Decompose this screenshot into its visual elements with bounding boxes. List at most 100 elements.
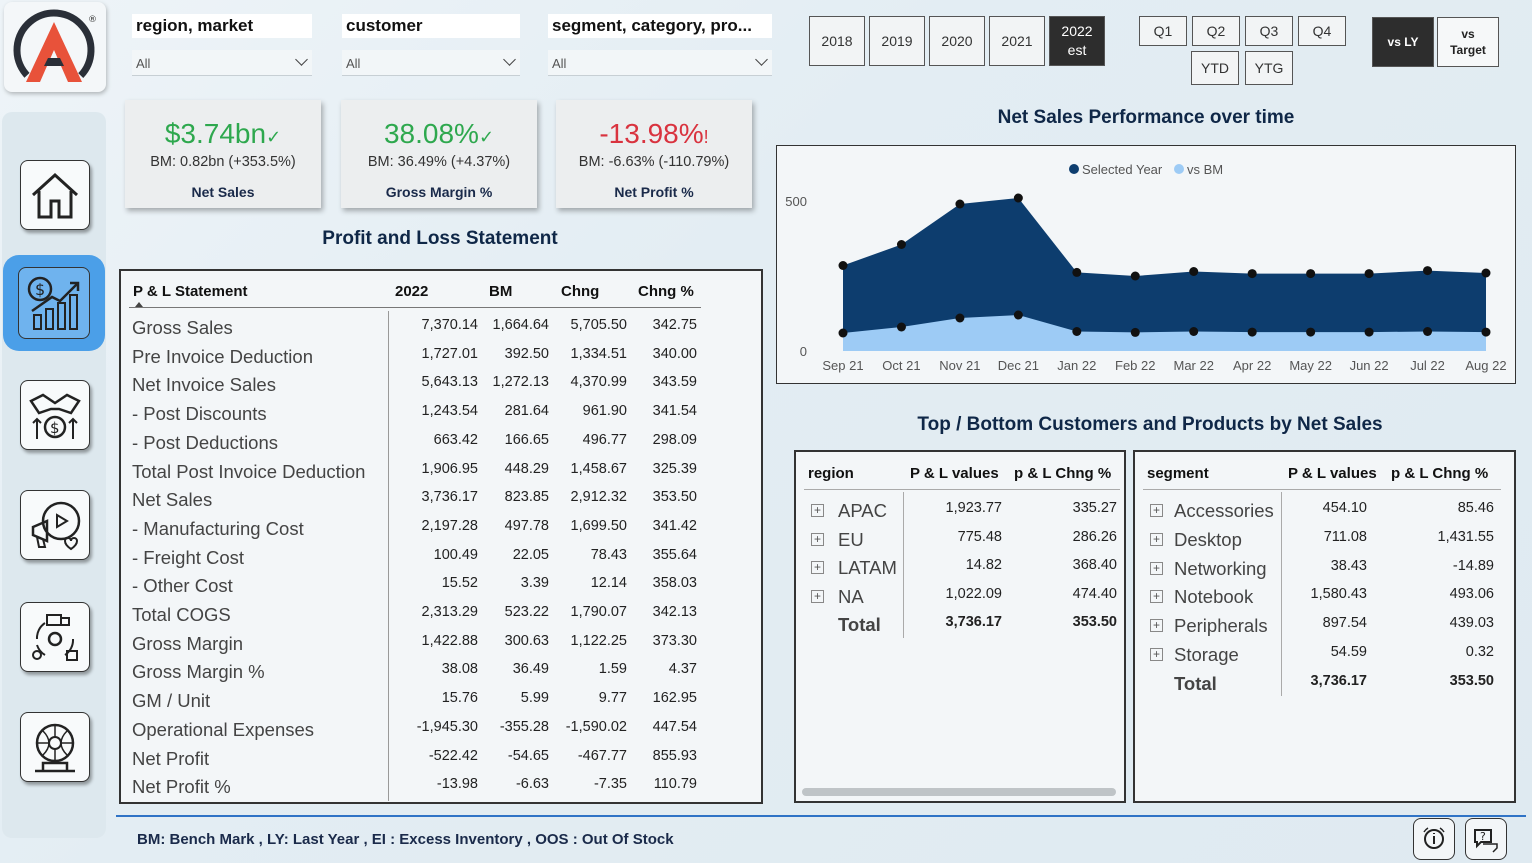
pl-row: Net Invoice Sales 5,643.13 1,272.13 4,370.9…: [121, 369, 761, 398]
segment-table: segment P & L values p & L Chng % + Acces…: [1133, 450, 1516, 803]
year-2021-button[interactable]: 2021: [989, 16, 1045, 66]
expand-plus-icon[interactable]: +: [1150, 648, 1163, 661]
quarter-q1-button[interactable]: Q1: [1139, 16, 1187, 46]
nav-home-button[interactable]: [20, 160, 90, 230]
region-table: region P & L values p & L Chng % + APAC 1,…: [794, 450, 1126, 803]
segment-header-values[interactable]: P & L values: [1288, 465, 1377, 482]
pl-cell: 497.78: [504, 517, 549, 534]
net-sales-area-chart: Selected Year vs BM 0 500 Sep 21 Oct 21 Nov …: [785, 162, 1506, 373]
pl-row-label: Gross Margin %: [132, 661, 265, 683]
kpi-gross-margin-label: Gross Margin %: [385, 184, 493, 200]
pl-header-name[interactable]: P & L Statement: [133, 283, 247, 300]
app-logo: ®: [4, 2, 106, 92]
pl-cell: 4.37: [668, 661, 697, 678]
expand-plus-icon[interactable]: +: [1150, 504, 1163, 517]
pl-header-chng[interactable]: Chng: [561, 283, 599, 300]
expand-plus-icon[interactable]: +: [811, 561, 824, 574]
y-tick-label: 500: [785, 194, 807, 209]
table-row[interactable]: + Storage 54.59 0.32: [1135, 640, 1515, 669]
table-row[interactable]: + EU 775.48 286.26: [796, 525, 1126, 554]
table-row[interactable]: + NA 1,022.09 474.40: [796, 582, 1126, 611]
segment-header-chng[interactable]: p & L Chng %: [1391, 465, 1488, 482]
expand-plus-icon[interactable]: +: [811, 589, 824, 603]
pl-cell: -355.28: [499, 718, 549, 735]
segment-header-name[interactable]: segment: [1147, 465, 1209, 482]
pl-row-label: - Post Deductions: [132, 431, 279, 453]
x-tick-label: Nov 21: [939, 358, 980, 373]
table-row[interactable]: + Networking 38.43 -14.89: [1135, 554, 1515, 583]
filter-region[interactable]: region, market All: [132, 14, 312, 76]
pl-row: Gross Margin 1,422.88 300.63 1,122.25 373.30: [121, 628, 761, 657]
expand-plus-icon[interactable]: +: [811, 504, 824, 517]
filter-product-select[interactable]: All: [548, 50, 772, 76]
filter-customer-select[interactable]: All: [342, 50, 520, 76]
expand-plus-icon[interactable]: +: [1150, 590, 1163, 604]
pl-row-label: Net Sales: [132, 489, 213, 511]
cell: 454.10: [1322, 500, 1367, 516]
quarter-q2-button[interactable]: Q2: [1192, 16, 1240, 46]
expand-plus-icon[interactable]: +: [811, 532, 824, 546]
quarter-q4-button[interactable]: Q4: [1298, 16, 1346, 46]
table-row[interactable]: + Accessories 454.10 85.46: [1135, 496, 1515, 525]
region-header-divider: [804, 489, 1120, 490]
pl-cell: 5.99: [520, 690, 549, 707]
pl-cell: 961.90: [582, 403, 627, 420]
pl-header-bm[interactable]: BM: [489, 283, 512, 300]
year-2020-button[interactable]: 2020: [929, 16, 985, 66]
expand-plus-icon[interactable]: +: [1150, 619, 1163, 633]
nav-executive-button[interactable]: [20, 712, 90, 782]
pl-cell: -7.35: [593, 776, 627, 793]
pl-row: GM / Unit 15.76 5.99 9.77 162.95: [121, 685, 761, 714]
pl-row: - Post Discounts 1,243.54 281.64 961.90 341.…: [121, 398, 761, 427]
vs-target-button[interactable]: vs Target: [1437, 17, 1499, 67]
info-button[interactable]: [1413, 818, 1455, 860]
nav-marketing-button[interactable]: [20, 490, 90, 560]
expand-plus-icon[interactable]: +: [1150, 561, 1163, 575]
table-row[interactable]: + APAC 1,923.77 335.27: [796, 496, 1126, 525]
ytg-button[interactable]: YTG: [1245, 51, 1293, 85]
nav-finance-button[interactable]: $: [3, 255, 105, 351]
filter-product[interactable]: segment, category, pro... All: [548, 14, 772, 76]
year-2018-button[interactable]: 2018: [809, 16, 865, 66]
kpi-net-profit-label: Net Profit %: [614, 184, 694, 200]
finance-icon: $: [27, 276, 80, 330]
ytd-button[interactable]: YTD: [1191, 51, 1239, 85]
nav-sales-button[interactable]: $: [20, 380, 90, 450]
table-row[interactable]: + Notebook 1,580.43 493.06: [1135, 582, 1515, 611]
region-header-values[interactable]: P & L values: [910, 465, 999, 482]
table-row[interactable]: + Desktop 711.08 1,431.55: [1135, 525, 1515, 554]
pl-cell: 4,370.99: [570, 374, 627, 391]
cell: 0.32: [1465, 644, 1494, 660]
help-button[interactable]: ?: [1465, 818, 1507, 860]
year-2019-button[interactable]: 2019: [869, 16, 925, 66]
region-header-name[interactable]: region: [808, 465, 854, 482]
year-2022-button[interactable]: 2022 est: [1049, 16, 1105, 66]
pl-cell: -6.63: [515, 776, 549, 793]
year-2022-sub: est: [1067, 42, 1087, 58]
pl-row-label: GM / Unit: [132, 690, 211, 712]
pl-row: Gross Margin % 38.08 36.49 1.59 4.37: [121, 656, 761, 685]
region-header-chng[interactable]: p & L Chng %: [1014, 465, 1111, 482]
pl-cell: 373.30: [652, 632, 697, 649]
quarter-q3-button[interactable]: Q3: [1245, 16, 1293, 46]
vs-ly-button[interactable]: vs LY: [1372, 17, 1434, 67]
expand-plus-icon[interactable]: +: [1150, 532, 1163, 546]
table-row[interactable]: + Peripherals 897.54 439.03: [1135, 611, 1515, 640]
filter-customer[interactable]: customer All: [342, 14, 520, 76]
data-point-series-1: [1481, 327, 1491, 337]
pl-cell: 36.49: [512, 661, 549, 678]
table-row[interactable]: + LATAM 14.82 368.40: [796, 553, 1126, 582]
row-label: Notebook: [1174, 586, 1254, 608]
pl-cell: 496.77: [582, 431, 627, 448]
horizontal-scrollbar[interactable]: [802, 788, 1116, 796]
legend-vs-bm-marker: [1174, 164, 1184, 174]
pl-row-label: Total Post Invoice Deduction: [132, 460, 366, 482]
pl-header-year[interactable]: 2022: [395, 283, 428, 300]
filter-region-select[interactable]: All: [132, 50, 312, 76]
pl-cell: 78.43: [590, 546, 627, 563]
nav-supply-chain-button[interactable]: [20, 602, 90, 672]
row-label: LATAM: [838, 557, 897, 578]
pl-header-chng-pct[interactable]: Chng %: [638, 283, 694, 300]
pl-cell: -13.98: [436, 776, 478, 793]
table-total-row: Total 3,736.17 353.50: [1135, 669, 1515, 698]
